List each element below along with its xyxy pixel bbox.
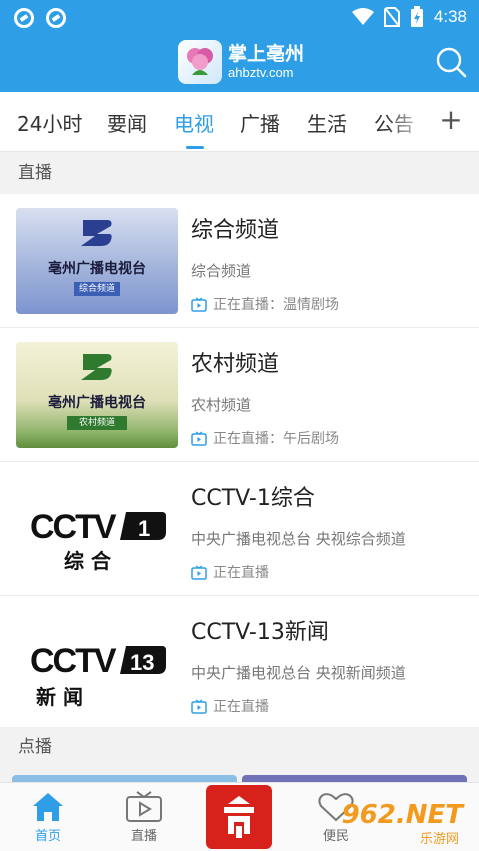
channel-item[interactable]: CCTV 1 综 合 CCTV-1综合 中央广播电视总台 央视综合频道 正在直播 [0,462,479,596]
channel-thumbnail: 亳州广播电视台 农村频道 [16,342,178,448]
thumbnail-channel-label: 农村频道 [67,416,127,430]
app-domain: ahbztv.com [228,65,294,80]
app-header: 4:38 掌上亳州 ahbztv.com [0,0,479,92]
channel-thumbnail: CCTV 1 综 合 [16,476,178,582]
thumbnail-station-name: 亳州广播电视台 [48,261,146,277]
notification-icon [14,8,34,28]
nav-home-label: 首页 [34,829,61,844]
add-tab-button[interactable]: + [437,104,465,136]
cctv-logo-icon: CCTV 1 综 合 [30,508,166,573]
watermark-main: 962.NET [341,800,463,830]
tab-tv[interactable]: 电视 [174,108,214,137]
home-icon [33,793,63,821]
watermark-sub: 乐游网 [419,832,459,847]
nav-live[interactable]: 直播 [114,789,174,844]
live-status: 正在直播：午后剧场 [213,431,339,447]
tab-radio[interactable]: 广播 [240,108,280,137]
live-channel-list: 亳州广播电视台 综合频道 综合频道 综合频道 正在直播：温情剧场 亳州广播电视台… [0,194,479,730]
live-tv-icon [191,296,207,312]
battery-icon [410,6,423,27]
svg-text:CCTV: CCTV [30,642,117,680]
bztv-logo-icon [81,354,112,380]
nav-home[interactable]: 首页 [18,789,78,844]
bozhou-emblem-icon [224,796,254,838]
cctv-number: 13 [130,650,154,675]
wifi-icon [351,8,374,25]
cctv-channel-cn: 综 合 [64,549,112,573]
channel-item[interactable]: CCTV 13 新 闻 CCTV-13新闻 中央广播电视总台 央视新闻频道 正在… [0,596,479,730]
channel-title: 综合频道 [191,218,280,243]
svg-text:CCTV: CCTV [30,508,117,546]
live-tv-icon [126,791,162,822]
tab-news[interactable]: 要闻 [107,108,147,137]
channel-desc: 农村频道 [191,396,252,414]
section-live-header: 直播 [0,153,479,193]
cctv-logo-icon: CCTV 13 新 闻 [30,642,166,709]
category-tabs: 24小时 要闻 电视 广播 生活 公告 + [0,92,479,152]
tab-fade [386,92,430,150]
cctv-channel-cn: 新 闻 [36,685,83,709]
tab-life[interactable]: 生活 [307,108,347,137]
channel-desc: 中央广播电视总台 央视综合频道 [191,530,406,548]
live-tv-icon [191,564,207,580]
thumbnail-station-name: 亳州广播电视台 [48,395,146,411]
live-tv-icon [191,430,207,446]
live-status: 正在直播 [213,565,269,581]
channel-thumbnail: 亳州广播电视台 综合频道 [16,208,178,314]
channel-title: CCTV-1综合 [191,486,315,511]
search-icon[interactable] [435,46,467,78]
thumbnail-channel-label: 综合频道 [74,282,120,296]
section-vod-header: 点播 [0,727,479,767]
app-title: 掌上亳州 [228,43,305,65]
peony-logo-icon [178,40,222,84]
notification-icon [46,8,66,28]
channel-title: CCTV-13新闻 [191,620,329,645]
channel-desc: 中央广播电视总台 央视新闻频道 [191,664,406,682]
bztv-logo-icon [81,220,112,246]
nav-live-label: 直播 [130,829,157,844]
app-logo: 掌上亳州 ahbztv.com [178,40,304,84]
no-sim-icon [383,7,400,27]
live-status: 正在直播 [213,699,269,715]
channel-item[interactable]: 亳州广播电视台 综合频道 综合频道 综合频道 正在直播：温情剧场 [0,194,479,328]
active-tab-indicator [186,146,204,149]
center-app-button[interactable] [206,785,272,849]
channel-item[interactable]: 亳州广播电视台 农村频道 农村频道 农村频道 正在直播：午后剧场 [0,328,479,462]
tab-24h[interactable]: 24小时 [17,108,82,137]
channel-thumbnail: CCTV 13 新 闻 [16,610,178,716]
clock: 4:38 [433,7,467,26]
channel-desc: 综合频道 [191,262,252,280]
live-tv-icon [191,698,207,714]
live-status: 正在直播：温情剧场 [213,297,339,313]
channel-title: 农村频道 [191,352,280,377]
cctv-number: 1 [138,516,150,541]
site-watermark: 962.NET 乐游网 [342,800,473,847]
status-bar: 4:38 [0,0,479,36]
